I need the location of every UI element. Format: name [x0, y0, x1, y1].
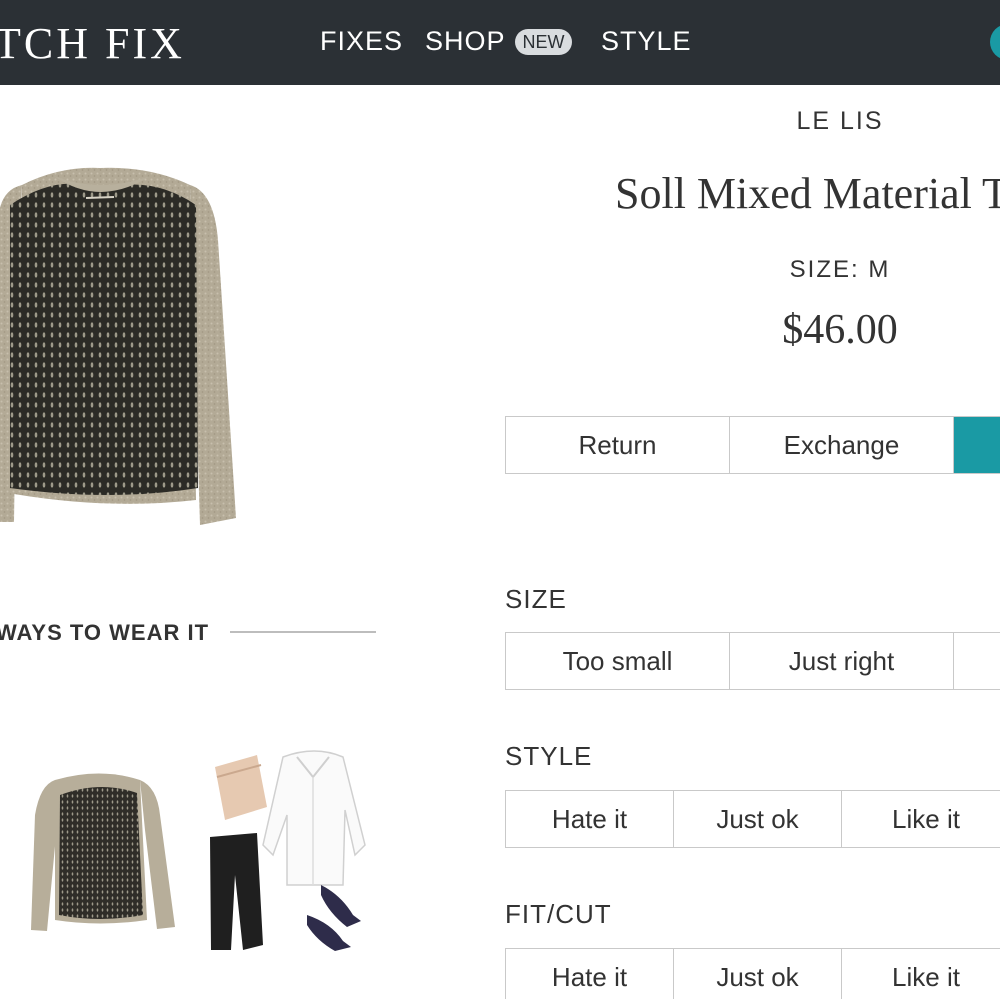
product-image — [0, 167, 236, 525]
size-feedback-options: Too small Just right — [505, 632, 1000, 690]
size-too-small-button[interactable]: Too small — [506, 633, 730, 689]
fit-like-it-button[interactable]: Like it — [842, 949, 1000, 999]
size-feedback-label: SIZE — [505, 584, 567, 614]
style-just-ok-button[interactable]: Just ok — [674, 791, 842, 847]
nav-fixes[interactable]: FIXES — [320, 26, 403, 57]
divider — [230, 631, 376, 633]
style-like-it-button[interactable]: Like it — [842, 791, 1000, 847]
top-nav-bar: TCH FIX FIXES SHOP NEW STYLE — [0, 0, 1000, 85]
nav-shop[interactable]: SHOP — [425, 26, 506, 57]
nav-style[interactable]: STYLE — [601, 26, 692, 57]
ways-to-wear-heading: WAYS TO WEAR IT — [0, 620, 210, 645]
product-size: SIZE: M — [789, 256, 891, 283]
product-name: Soll Mixed Material T — [615, 169, 1000, 218]
size-just-right-button[interactable]: Just right — [730, 633, 954, 689]
size-too-big-button[interactable] — [954, 633, 1000, 689]
return-button[interactable]: Return — [506, 417, 730, 473]
new-badge: NEW — [515, 29, 572, 55]
style-feedback-options: Hate it Just ok Like it — [505, 790, 1000, 848]
fit-hate-it-button[interactable]: Hate it — [506, 949, 674, 999]
product-brand: LE LIS — [796, 107, 884, 135]
keep-button[interactable] — [954, 417, 1000, 473]
account-avatar[interactable] — [990, 24, 1000, 60]
decision-buttons: Return Exchange — [505, 416, 1000, 474]
product-price: $46.00 — [782, 307, 898, 353]
exchange-button[interactable]: Exchange — [730, 417, 954, 473]
site-logo[interactable]: TCH FIX — [0, 18, 185, 69]
fit-just-ok-button[interactable]: Just ok — [674, 949, 842, 999]
style-feedback-label: STYLE — [505, 741, 593, 771]
fit-feedback-options: Hate it Just ok Like it — [505, 948, 1000, 999]
outfit-image — [31, 750, 366, 951]
style-hate-it-button[interactable]: Hate it — [506, 791, 674, 847]
fit-feedback-label: FIT/CUT — [505, 899, 612, 929]
